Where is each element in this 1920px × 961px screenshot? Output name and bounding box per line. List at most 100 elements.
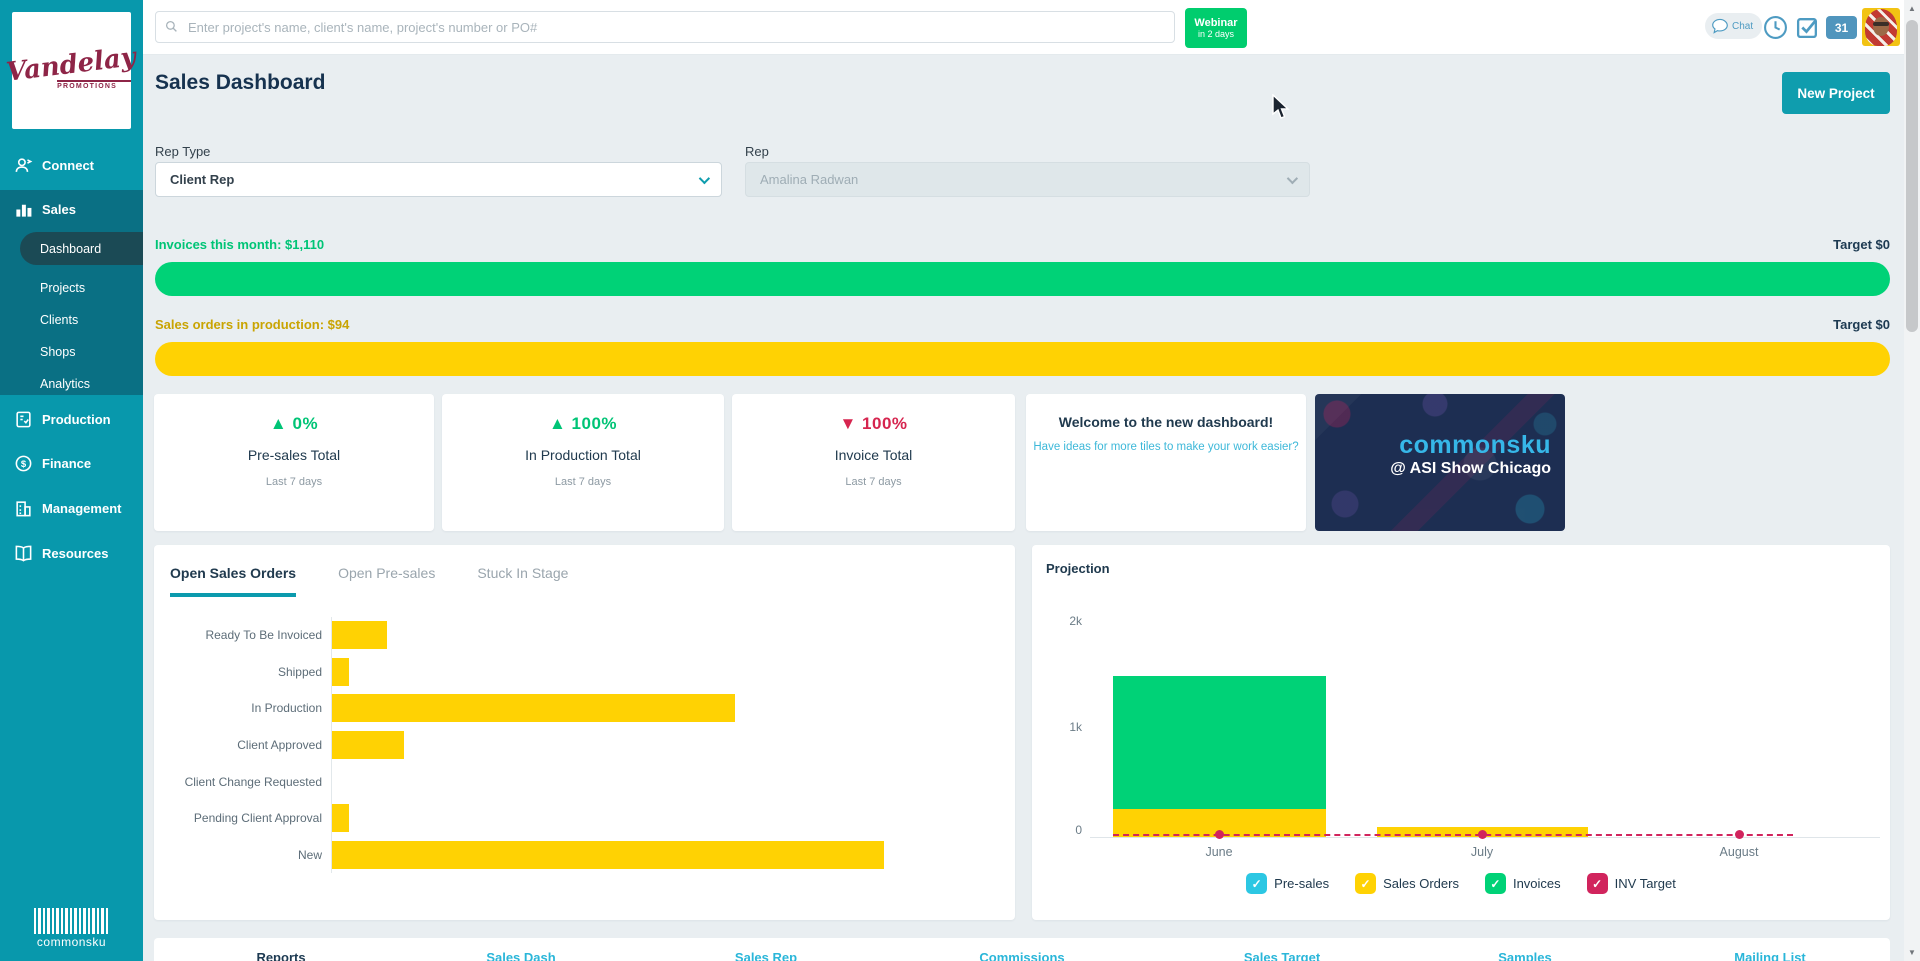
inv-target-point-june[interactable] bbox=[1215, 830, 1224, 839]
sidebar-item-label: Connect bbox=[42, 158, 94, 173]
checkbox-checked-icon: ✓ bbox=[1485, 873, 1506, 894]
sidebar-item-label: Analytics bbox=[40, 377, 90, 391]
commonsku-logo-text: commonsku bbox=[37, 935, 106, 949]
june-stacked-bar[interactable] bbox=[1113, 676, 1326, 837]
projection-title: Projection bbox=[1046, 561, 1110, 576]
bar-ready-to-be-invoiced[interactable] bbox=[332, 621, 387, 649]
building-icon bbox=[14, 499, 33, 518]
chart-row: Pending Client Approval bbox=[154, 800, 999, 837]
reports-footer: Reports Sales Dash Sales Rep Commissions… bbox=[154, 938, 1890, 961]
scroll-down-arrow-icon[interactable]: ▼ bbox=[1904, 944, 1920, 961]
sidebar-item-sales[interactable]: Sales bbox=[0, 192, 143, 226]
sidebar-item-connect[interactable]: Connect bbox=[0, 148, 143, 182]
welcome-feedback-link[interactable]: Have ideas for more tiles to make your w… bbox=[1033, 441, 1298, 453]
chevron-down-icon bbox=[1287, 172, 1298, 183]
webinar-countdown: in 2 days bbox=[1198, 29, 1234, 39]
sidebar-item-label: Sales bbox=[42, 202, 76, 217]
sidebar-item-resources[interactable]: Resources bbox=[0, 536, 143, 570]
tab-open-sales-orders[interactable]: Open Sales Orders bbox=[170, 565, 296, 597]
welcome-card: Welcome to the new dashboard! Have ideas… bbox=[1026, 394, 1306, 531]
topbar: Webinar in 2 days Chat 31 bbox=[143, 0, 1904, 55]
sidebar-item-clients[interactable]: Clients bbox=[0, 305, 143, 335]
promo-banner[interactable]: commonsku @ ASI Show Chicago bbox=[1315, 394, 1565, 531]
footer-link-samples[interactable]: Samples bbox=[1498, 950, 1551, 961]
welcome-title: Welcome to the new dashboard! bbox=[1026, 414, 1306, 430]
open-book-icon bbox=[14, 544, 33, 563]
legend-pre-sales[interactable]: ✓Pre-sales bbox=[1246, 873, 1329, 894]
sidebar-item-analytics[interactable]: Analytics bbox=[0, 369, 143, 399]
bar-shipped[interactable] bbox=[332, 658, 349, 686]
checkbox-checked-icon: ✓ bbox=[1355, 873, 1376, 894]
vertical-scrollbar[interactable]: ▲ ▼ bbox=[1904, 0, 1920, 961]
x-label-august: August bbox=[1720, 845, 1759, 859]
inv-target-point-july[interactable] bbox=[1478, 830, 1487, 839]
search-icon bbox=[165, 20, 178, 33]
projection-legend: ✓Pre-sales ✓Sales Orders ✓ Invoices ✓INV … bbox=[1032, 873, 1890, 894]
sidebar-item-dashboard[interactable]: Dashboard bbox=[20, 232, 143, 265]
footer-link-sales-rep[interactable]: Sales Rep bbox=[735, 950, 797, 961]
tab-open-pre-sales[interactable]: Open Pre-sales bbox=[338, 565, 435, 597]
sidebar-item-projects[interactable]: Projects bbox=[0, 273, 143, 303]
bar-new[interactable] bbox=[332, 841, 884, 869]
bar-client-approved[interactable] bbox=[332, 731, 404, 759]
footer-link-commissions[interactable]: Commissions bbox=[979, 950, 1064, 961]
in-production-delta-value: 100% bbox=[572, 414, 617, 433]
scrollbar-thumb[interactable] bbox=[1906, 20, 1918, 332]
checkbox-checked-icon: ✓ bbox=[1587, 873, 1608, 894]
user-avatar[interactable] bbox=[1862, 8, 1900, 46]
presales-delta: ▲ 0% bbox=[270, 414, 318, 434]
webinar-label: Webinar bbox=[1194, 17, 1237, 30]
avatar-face bbox=[1873, 17, 1889, 36]
invoice-delta-value: 100% bbox=[862, 414, 907, 433]
x-label-july: July bbox=[1471, 845, 1493, 859]
in-production-total-card: ▲ 100% In Production Total Last 7 days bbox=[442, 394, 724, 531]
legend-label: Invoices bbox=[1513, 876, 1561, 891]
tab-stuck-in-stage[interactable]: Stuck In Stage bbox=[477, 565, 568, 597]
inv-target-point-august[interactable] bbox=[1735, 830, 1744, 839]
new-project-button[interactable]: New Project bbox=[1782, 72, 1890, 114]
presales-total-card: ▲ 0% Pre-sales Total Last 7 days bbox=[154, 394, 434, 531]
x-label-june: June bbox=[1205, 845, 1232, 859]
legend-inv-target[interactable]: ✓INV Target bbox=[1587, 873, 1676, 894]
presales-label: Pre-sales Total bbox=[248, 447, 340, 463]
footer-link-sales-target[interactable]: Sales Target bbox=[1244, 950, 1320, 961]
rep-type-dropdown[interactable]: Client Rep bbox=[155, 162, 722, 197]
sidebar-item-production[interactable]: Production bbox=[0, 402, 143, 436]
sidebar-item-label: Management bbox=[42, 501, 121, 516]
tasks-checkbox-icon[interactable] bbox=[1795, 15, 1820, 40]
rep-dropdown[interactable]: Amalina Radwan bbox=[745, 162, 1310, 197]
footer-link-mailing-list[interactable]: Mailing List bbox=[1734, 950, 1806, 961]
rep-label: Rep bbox=[745, 144, 769, 159]
chart-row: Shipped bbox=[154, 654, 999, 691]
notification-count-badge[interactable]: 31 bbox=[1826, 16, 1857, 39]
dollar-circle-icon: $ bbox=[14, 454, 33, 473]
mouse-cursor bbox=[1270, 94, 1290, 120]
connect-people-icon bbox=[14, 156, 33, 175]
chart-row: Client Change Requested bbox=[154, 763, 999, 800]
category-label: Ready To Be Invoiced bbox=[154, 628, 331, 642]
legend-invoices[interactable]: ✓ Invoices bbox=[1485, 873, 1561, 894]
time-tracker-clock-icon[interactable] bbox=[1763, 15, 1788, 40]
company-logo[interactable]: Vandelay PROMOTIONS bbox=[12, 12, 131, 129]
bar-pending-client-approval[interactable] bbox=[332, 804, 349, 832]
sidebar-item-management[interactable]: Management bbox=[0, 491, 143, 525]
promo-event: @ ASI Show Chicago bbox=[1390, 460, 1551, 478]
invoice-delta: ▼ 100% bbox=[839, 414, 907, 434]
bar-in-production[interactable] bbox=[332, 694, 735, 722]
invoice-period: Last 7 days bbox=[845, 476, 901, 488]
footer-link-sales-dash[interactable]: Sales Dash bbox=[486, 950, 555, 961]
triangle-down-icon: ▼ bbox=[839, 414, 856, 433]
chat-button[interactable]: Chat bbox=[1705, 13, 1762, 39]
bar-chart-icon bbox=[14, 200, 33, 219]
sales-orders-target-label: Target $0 bbox=[1833, 317, 1890, 332]
search-input[interactable] bbox=[155, 11, 1175, 43]
invoices-target-label: Target $0 bbox=[1833, 237, 1890, 252]
scroll-up-arrow-icon[interactable]: ▲ bbox=[1904, 0, 1920, 17]
sidebar-item-shops[interactable]: Shops bbox=[0, 337, 143, 367]
presales-period: Last 7 days bbox=[266, 476, 322, 488]
legend-sales-orders[interactable]: ✓Sales Orders bbox=[1355, 873, 1459, 894]
triangle-up-icon: ▲ bbox=[270, 414, 287, 433]
webinar-button[interactable]: Webinar in 2 days bbox=[1185, 8, 1247, 48]
sidebar-item-finance[interactable]: $ Finance bbox=[0, 446, 143, 480]
promo-text: commonsku @ ASI Show Chicago bbox=[1390, 432, 1551, 478]
